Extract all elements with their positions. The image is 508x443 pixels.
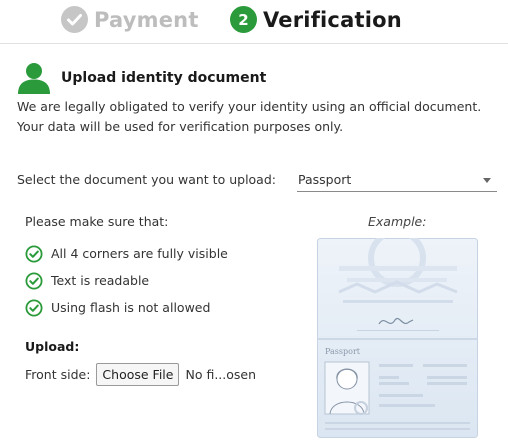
list-item: All 4 corners are fully visible [25, 240, 228, 267]
progress-stepper: Payment 2 Verification [0, 0, 508, 44]
step-number-badge: 2 [230, 6, 257, 33]
choose-file-button[interactable]: Choose File [96, 363, 180, 386]
list-item: Using flash is not allowed [25, 294, 228, 321]
example-label: Example: [368, 214, 427, 229]
check-circle-outline-icon [25, 272, 43, 289]
passport-word: Passport [325, 347, 361, 356]
step-verification: 2 Verification [230, 6, 402, 33]
document-select-value: Passport [298, 172, 352, 187]
checklist-item-text: Using flash is not allowed [51, 300, 211, 315]
document-select-label: Select the document you want to upload: [17, 172, 276, 187]
passport-example-image: Passport [317, 238, 478, 438]
user-icon [18, 63, 50, 94]
caret-down-icon [483, 178, 491, 183]
checklist-item-text: All 4 corners are fully visible [51, 246, 228, 261]
step-label-verification: Verification [263, 7, 402, 32]
step-payment: Payment [61, 6, 199, 33]
page-title: Upload identity document [61, 70, 267, 86]
document-select-row: Select the document you want to upload: … [17, 170, 497, 192]
front-side-label: Front side: [25, 367, 91, 382]
check-circle-icon [61, 6, 88, 33]
check-circle-outline-icon [25, 299, 43, 316]
list-item: Text is readable [25, 267, 228, 294]
checklist-item-text: Text is readable [51, 273, 150, 288]
page-description: We are legally obligated to verify your … [17, 99, 482, 134]
checklist-title: Please make sure that: [25, 214, 169, 229]
step-label-payment: Payment [94, 7, 199, 32]
requirements-checklist: All 4 corners are fully visible Text is … [25, 240, 228, 321]
front-side-row: Front side: Choose File No fi...osen [25, 363, 256, 386]
file-status-text: No fi...osen [185, 367, 257, 382]
check-circle-outline-icon [25, 245, 43, 262]
section-header: Upload identity document [17, 62, 266, 94]
upload-title: Upload: [25, 339, 80, 354]
document-type-select[interactable]: Passport [297, 170, 497, 192]
